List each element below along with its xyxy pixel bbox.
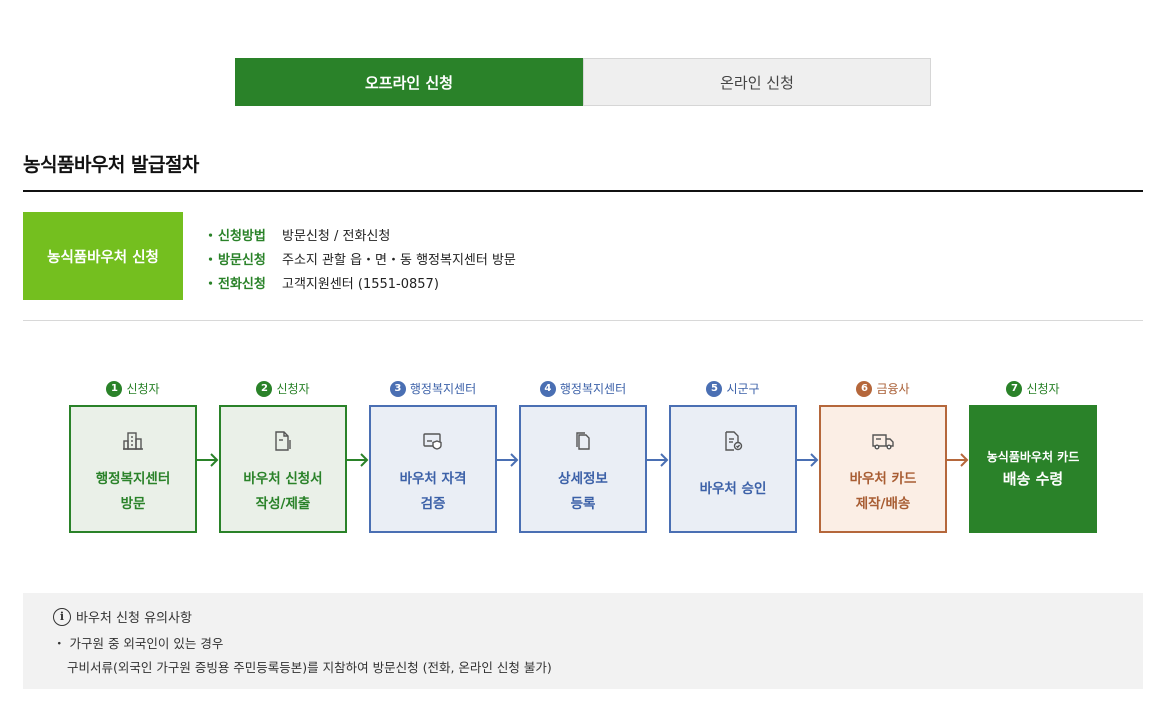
step-line2: 작성/제출: [255, 496, 311, 512]
bullet: ・: [204, 252, 218, 268]
step-box: 바우처 자격 검증: [369, 405, 497, 533]
arrow-right-icon: [196, 453, 219, 467]
notice-detail: 구비서류(외국인 가구원 증빙용 주민등록등본)를 지참하여 방문신청 (전화,…: [67, 660, 552, 675]
step-actor: 행정복지센터: [409, 382, 477, 396]
step-line1: 바우처 자격: [399, 471, 467, 487]
step-number: 6: [856, 380, 873, 397]
notice-title: i 바우처 신청 유의사항: [53, 607, 192, 626]
info-value: 고객지원센터 (1551-0857): [282, 276, 439, 292]
bullet: ・: [204, 228, 218, 244]
step-header: 4 행정복지센터: [519, 380, 647, 397]
step-number: 1: [106, 380, 123, 397]
step-header: 6 금융사: [819, 380, 947, 397]
step-line1: 상세정보: [558, 471, 608, 487]
step-header: 2 신청자: [219, 380, 347, 397]
step-number: 7: [1006, 380, 1023, 397]
step-actor: 행정복지센터: [559, 382, 627, 396]
step-header: 5 시군구: [669, 380, 797, 397]
step-box: 바우처 신청서 작성/제출: [219, 405, 347, 533]
info-row-phone: ・ 전화신청 고객지원센터 (1551-0857): [204, 270, 516, 294]
copy-document-icon: [576, 432, 590, 450]
arrow-right-icon: [646, 453, 669, 467]
step-text: 상세정보 등록: [558, 467, 608, 517]
title-divider: [23, 190, 1143, 192]
step-actor: 신청자: [1026, 382, 1060, 396]
tab-online[interactable]: 온라인 신청: [583, 58, 931, 106]
apply-label-box: 농식품바우처 신청: [23, 212, 183, 300]
step-header: 1 신청자: [69, 380, 197, 397]
info-label: 신청방법: [218, 228, 266, 244]
step-box: 바우처 승인: [669, 405, 797, 533]
info-divider: [23, 320, 1143, 321]
step-line2: 검증: [420, 496, 446, 512]
notice-title-text: 바우처 신청 유의사항: [76, 611, 192, 626]
notice-bullet: ・ 가구원 중 외국인이 있는 경우: [53, 636, 224, 651]
step-box: 행정복지센터 방문: [69, 405, 197, 533]
arrow-right-icon: [496, 453, 519, 467]
step-number: 5: [706, 380, 723, 397]
info-label: 전화신청: [218, 276, 266, 292]
step-line1: 농식품바우처 카드: [986, 450, 1080, 464]
arrow-right-icon: [346, 453, 369, 467]
info-list: ・ 신청방법 방문신청 / 전화신청 ・ 방문신청 주소지 관할 읍・면・동 행…: [204, 222, 516, 294]
step-line1: 행정복지센터: [95, 471, 171, 487]
step-line1: 바우처 승인: [699, 481, 767, 497]
step-box: 상세정보 등록: [519, 405, 647, 533]
info-row-visit: ・ 방문신청 주소지 관할 읍・면・동 행정복지센터 방문: [204, 246, 516, 270]
arrow-right-icon: [796, 453, 819, 467]
step-text: 바우처 승인: [700, 477, 767, 502]
delivery-truck-icon: [872, 434, 894, 450]
info-label: 방문신청: [218, 252, 266, 268]
info-value: 방문신청 / 전화신청: [282, 228, 391, 244]
step-header: 7 신청자: [969, 380, 1097, 397]
step-line2: 등록: [570, 496, 596, 512]
step-line2: 방문: [120, 496, 146, 512]
step-number: 2: [256, 380, 273, 397]
arrow-right-icon: [946, 453, 969, 467]
tab-offline[interactable]: 오프라인 신청: [235, 58, 583, 106]
step-actor: 금융사: [876, 382, 910, 396]
step-text: 바우처 신청서 작성/제출: [243, 467, 322, 517]
step-box: 바우처 카드 제작/배송: [819, 405, 947, 533]
document-check-icon: [725, 431, 743, 451]
application-tabs: 오프라인 신청 온라인 신청: [235, 58, 931, 106]
step-line1: 바우처 신청서: [243, 471, 323, 487]
info-icon: i: [53, 607, 71, 626]
bullet: ・: [204, 276, 218, 292]
step-header: 3 행정복지센터: [369, 380, 497, 397]
step-number: 4: [539, 380, 556, 397]
notice-box: i 바우처 신청 유의사항 ・ 가구원 중 외국인이 있는 경우 구비서류(외국…: [23, 593, 1143, 689]
step-actor: 시군구: [726, 382, 760, 396]
section-title: 농식품바우처 발급절차: [23, 154, 199, 176]
step-text: 바우처 카드 제작/배송: [850, 467, 917, 517]
step-text: 행정복지센터 방문: [96, 467, 171, 517]
step-line2: 배송 수령: [1002, 470, 1064, 488]
step-text: 바우처 자격 검증: [400, 467, 467, 517]
step-actor: 신청자: [276, 382, 310, 396]
step-line1: 바우처 카드: [849, 471, 917, 487]
document-pen-icon: [275, 431, 291, 451]
step-line2: 제작/배송: [855, 496, 911, 512]
step-actor: 신청자: [126, 382, 160, 396]
info-row-method: ・ 신청방법 방문신청 / 전화신청: [204, 222, 516, 246]
step-number: 3: [389, 380, 406, 397]
info-value: 주소지 관할 읍・면・동 행정복지센터 방문: [282, 252, 516, 268]
building-icon: [123, 432, 143, 450]
step-box: 농식품바우처 카드 배송 수령: [969, 405, 1097, 533]
card-shield-icon: [423, 433, 442, 450]
